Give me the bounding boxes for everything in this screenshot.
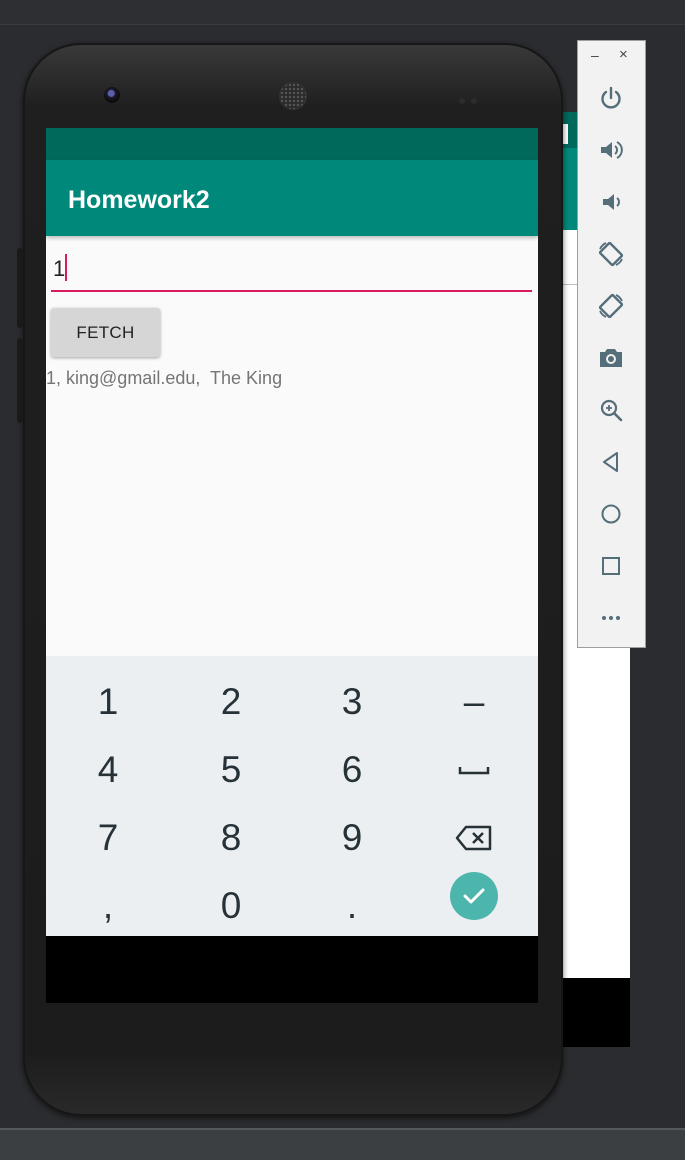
key-7[interactable]: 7	[68, 808, 148, 868]
status-bar	[46, 128, 538, 160]
id-input-field[interactable]: 1	[51, 246, 532, 292]
rotate-right-button[interactable]	[595, 290, 627, 322]
key-5[interactable]: 5	[191, 740, 271, 800]
fetch-button[interactable]: FETCH	[51, 308, 160, 357]
power-side-button[interactable]	[17, 338, 23, 423]
camera-icon	[600, 349, 622, 367]
rotate-right-icon	[598, 293, 624, 319]
app-title: Homework2	[68, 186, 210, 214]
home-icon	[601, 504, 621, 524]
power-icon	[601, 86, 621, 109]
key-backspace[interactable]	[434, 808, 514, 868]
proximity-sensors	[459, 91, 489, 104]
key-comma[interactable]: ,	[68, 876, 148, 936]
home-button[interactable]	[595, 498, 627, 530]
result-text: 1, king@gmail.edu, The King	[46, 368, 283, 388]
key-9[interactable]: 9	[312, 808, 392, 868]
key-6[interactable]: 6	[312, 740, 392, 800]
key-3[interactable]: 3	[312, 672, 392, 732]
volume-down-button[interactable]	[595, 186, 627, 218]
ide-top-strip	[0, 0, 685, 25]
overview-button[interactable]	[595, 550, 627, 582]
back-button[interactable]	[595, 446, 627, 478]
key-2[interactable]: 2	[191, 672, 271, 732]
back-icon	[603, 452, 618, 472]
screenshot-button[interactable]	[595, 342, 627, 374]
volume-down-icon	[603, 194, 620, 210]
volume-up-icon	[601, 141, 623, 159]
id-input-value: 1	[53, 256, 66, 281]
zoom-button[interactable]	[595, 394, 627, 426]
volume-up-button[interactable]	[595, 134, 627, 166]
space-icon	[458, 767, 490, 775]
key-space[interactable]	[434, 740, 514, 800]
close-button[interactable]: ×	[619, 46, 628, 63]
numeric-keyboard: 1 2 3 – 4 5 6 7 8 9 , 0 .	[46, 656, 538, 936]
key-period[interactable]: .	[312, 876, 392, 936]
key-minus[interactable]: –	[434, 672, 514, 732]
ide-bottom-strip	[0, 1128, 685, 1160]
text-caret	[65, 254, 67, 281]
power-button[interactable]	[595, 82, 627, 114]
navigation-bar	[46, 936, 538, 1003]
device-screen: Homework2 1 FETCH 1, king@gmail.edu, The…	[46, 128, 538, 1003]
key-0[interactable]: 0	[191, 876, 271, 936]
emulator-toolbar: – ×	[577, 40, 646, 648]
done-key[interactable]	[450, 872, 498, 920]
earpiece-speaker	[279, 82, 307, 110]
more-button[interactable]	[595, 602, 627, 634]
key-1[interactable]: 1	[68, 672, 148, 732]
overview-icon	[602, 557, 620, 575]
front-camera	[104, 87, 120, 103]
phone-frame: Homework2 1 FETCH 1, king@gmail.edu, The…	[17, 43, 563, 1116]
app-bar: Homework2	[46, 160, 538, 236]
key-4[interactable]: 4	[68, 740, 148, 800]
zoom-icon	[600, 399, 623, 422]
rotate-left-button[interactable]	[595, 238, 627, 270]
more-icon	[602, 616, 620, 620]
check-icon	[463, 888, 485, 904]
minimize-button[interactable]: –	[591, 47, 599, 63]
backspace-icon	[455, 825, 492, 851]
key-8[interactable]: 8	[191, 808, 271, 868]
volume-rocker[interactable]	[17, 248, 23, 328]
rotate-left-icon	[598, 241, 624, 267]
